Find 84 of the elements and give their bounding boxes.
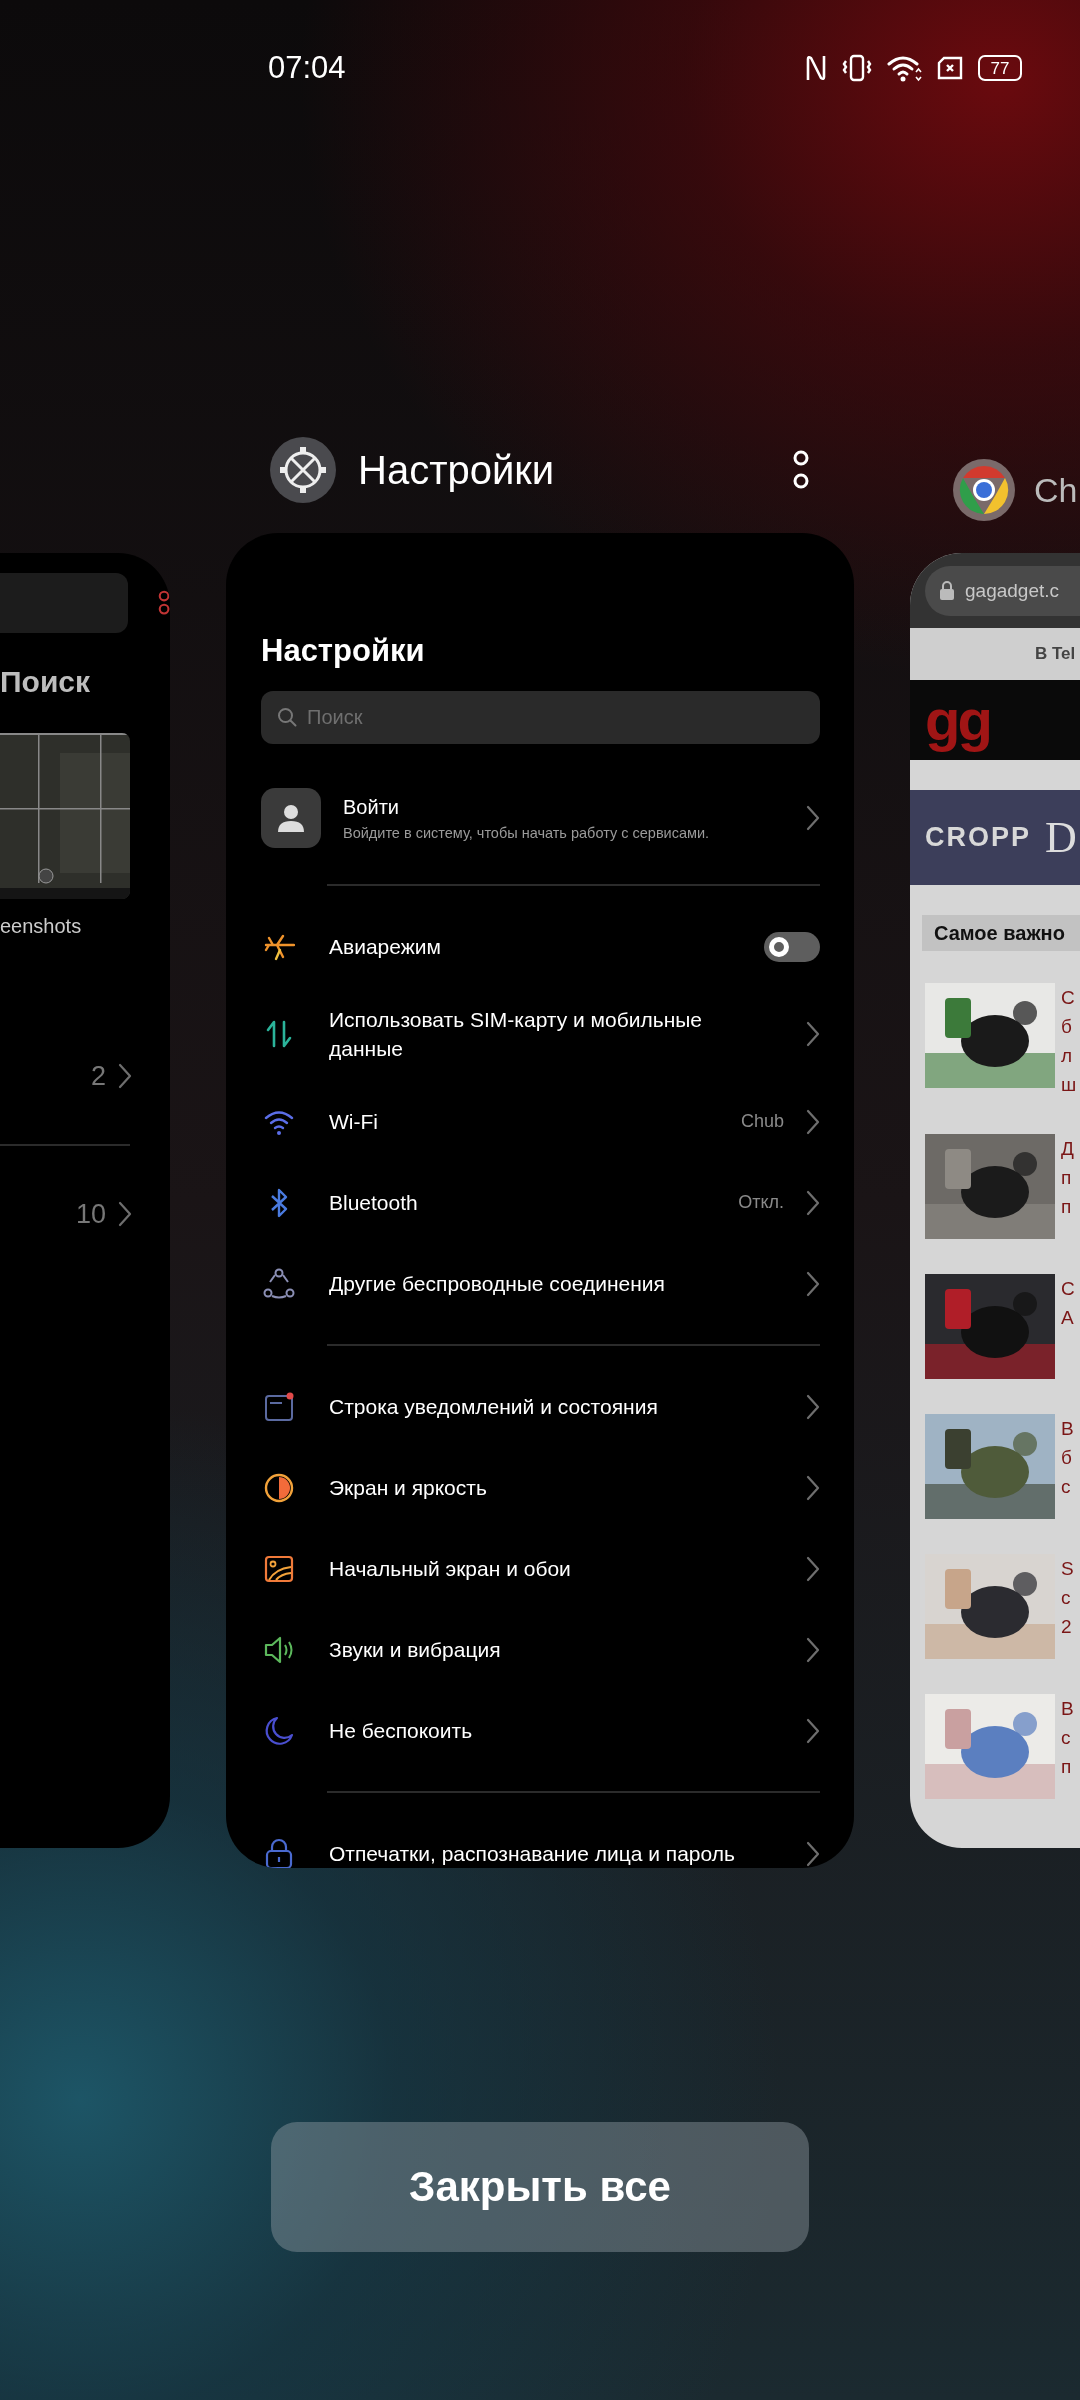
setting-value: Откл. [738, 1192, 784, 1213]
lock-icon [263, 1837, 295, 1868]
article-title[interactable]: С [1061, 983, 1077, 1012]
search-icon [277, 707, 297, 727]
lock-icon [939, 580, 955, 601]
chevron-icon [806, 1393, 820, 1420]
article-title[interactable]: б [1061, 1012, 1077, 1041]
article-title[interactable]: п [1061, 1752, 1074, 1781]
clock: 07:04 [268, 50, 346, 86]
chevron-icon [806, 1555, 820, 1582]
setting-label[interactable]: Использовать SIM-карту и мобильные данные [329, 1005, 806, 1063]
person-icon [276, 803, 306, 833]
chevron-icon [118, 1063, 132, 1089]
notification-icon [263, 1390, 295, 1423]
sim-card-icon [936, 56, 964, 80]
article-title[interactable]: 2 [1061, 1612, 1074, 1641]
ad-banner[interactable]: CROPP D [910, 790, 1080, 885]
account-title[interactable]: Войти [343, 795, 806, 819]
search-field[interactable]: Поиск [261, 691, 820, 744]
ad-text: CROPP [925, 822, 1032, 853]
chevron-icon [806, 1270, 820, 1297]
nfc-icon [804, 53, 828, 83]
setting-label[interactable]: Не беспокоить [329, 1716, 806, 1745]
chevron-icon [806, 1474, 820, 1501]
ad-text: D [1045, 812, 1077, 863]
address-bar[interactable]: gagadget.c [925, 565, 1080, 616]
app-title: Настройки [358, 447, 556, 493]
article-title[interactable]: с [1061, 1472, 1074, 1501]
article-title[interactable]: с [1061, 1583, 1074, 1612]
chrome-icon[interactable] [952, 458, 1016, 522]
article-title[interactable]: А [1061, 1303, 1075, 1332]
app-preview-card[interactable]: gagadget.c В Tel gg CROPP D Самое важно С б л ш Д п п С А В б с S с 2 В с п [910, 553, 1080, 1848]
article-title[interactable]: л [1061, 1041, 1077, 1070]
chevron-icon [806, 1108, 820, 1135]
more-icon[interactable] [792, 449, 810, 491]
article-title[interactable]: с [1061, 1723, 1074, 1752]
article-title[interactable]: Д [1061, 1134, 1074, 1163]
avatar[interactable] [261, 788, 321, 848]
app-preview-card[interactable] [226, 533, 854, 1868]
wifi-icon [886, 53, 922, 83]
setting-label[interactable]: Звуки и вибрация [329, 1635, 806, 1664]
setting-label[interactable]: Отпечатки, распознавание лица и пароль [329, 1839, 806, 1868]
chevron-icon [806, 1021, 820, 1047]
article-title[interactable]: п [1061, 1163, 1074, 1192]
vibrate-icon [842, 53, 872, 83]
setting-label[interactable]: Авиарежим [329, 932, 764, 961]
page-title: Поиск [0, 665, 92, 699]
item-count: 10 [75, 1198, 106, 1230]
chevron-icon [118, 1201, 132, 1227]
battery-indicator: 77 [978, 55, 1022, 81]
article-title[interactable]: б [1061, 1443, 1074, 1472]
setting-label[interactable]: Другие беспроводные соединения [329, 1269, 806, 1298]
setting-label[interactable]: Wi-Fi [329, 1107, 741, 1136]
chevron-icon [806, 1717, 820, 1744]
setting-label[interactable]: Строка уведомлений и состояния [329, 1392, 806, 1421]
toggle-switch[interactable] [764, 931, 820, 962]
account-subtitle: Войдите в систему, чтобы начать работу с сервисами. [343, 824, 711, 841]
article-title[interactable]: С [1061, 1274, 1075, 1303]
album-title: eenshots [0, 915, 83, 938]
contrast-icon [263, 1471, 295, 1504]
app-title: Ch [1034, 470, 1078, 510]
chevron-icon [806, 1636, 820, 1663]
page-title: Настройки [261, 632, 426, 670]
article-title[interactable]: ш [1061, 1070, 1077, 1099]
article-title[interactable]: В [1061, 1694, 1074, 1723]
gear-icon[interactable] [270, 437, 336, 503]
banner-text: В Tel [1035, 644, 1076, 664]
setting-label[interactable]: Начальный экран и обои [329, 1554, 806, 1583]
nodes-icon [263, 1267, 295, 1300]
chevron-icon [806, 1840, 820, 1867]
app-preview-card[interactable]: Поиск eenshots 2 10 [0, 553, 170, 1848]
chevron-icon [806, 1189, 820, 1216]
article-title[interactable]: S [1061, 1554, 1074, 1583]
setting-label[interactable]: Экран и яркость [329, 1473, 806, 1502]
moon-icon [263, 1714, 295, 1747]
chevron-icon [806, 805, 820, 831]
setting-value: Chub [740, 1111, 784, 1132]
section-title: Самое важно [934, 921, 1065, 945]
search-field[interactable] [0, 573, 128, 633]
close-all-button[interactable]: Закрыть все [271, 2122, 809, 2252]
item-count: 2 [90, 1060, 106, 1092]
article-title[interactable]: В [1061, 1414, 1074, 1443]
article-title[interactable]: п [1061, 1192, 1074, 1221]
setting-label[interactable]: Bluetooth [329, 1188, 739, 1217]
